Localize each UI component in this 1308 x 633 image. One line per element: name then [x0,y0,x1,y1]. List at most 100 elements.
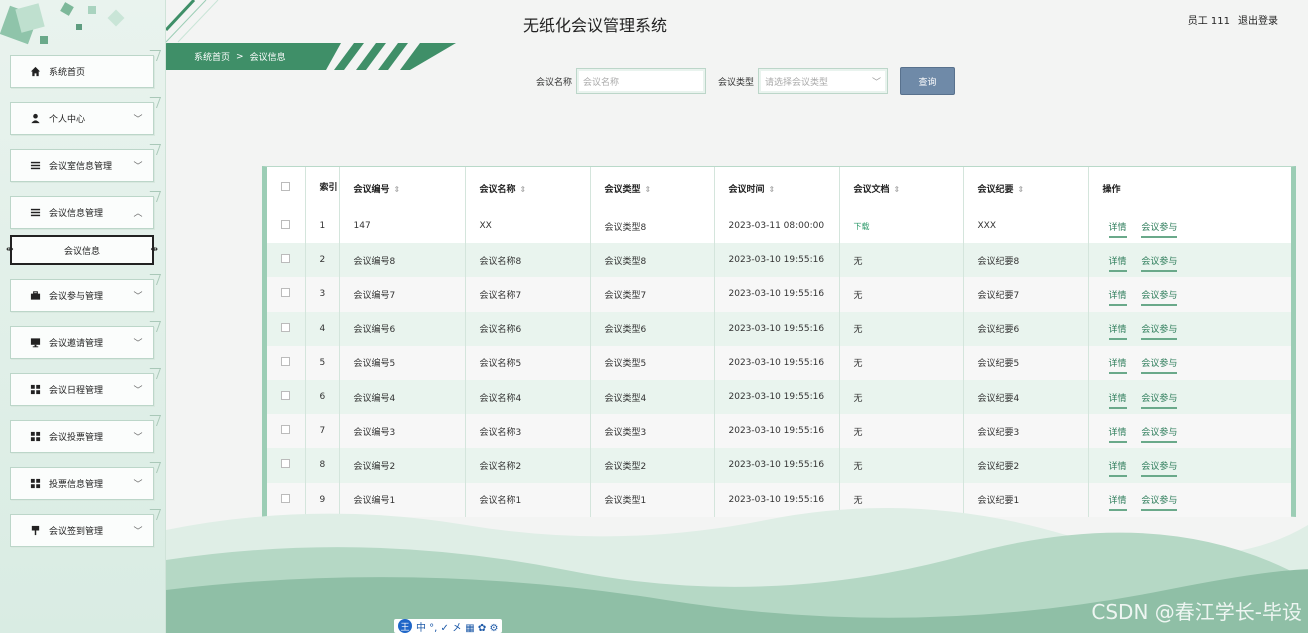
sort-icon[interactable]: ⇕ [520,185,527,194]
doc-value: 无 [853,325,863,336]
row-checkbox[interactable] [281,425,290,435]
detail-link[interactable]: 详情 [1108,427,1127,443]
sidebar-item-label: 会议参与管理 [49,292,104,302]
chevron-up-icon: ︿ [133,209,143,219]
logout-link[interactable]: 退出登录 [1238,12,1278,27]
sort-icon[interactable]: ⇕ [1018,185,1025,194]
column-header-doc[interactable]: 会议文档 ⇕ [839,167,964,209]
sidebar-item-participation[interactable]: 会议参与管理 ﹀ [10,279,154,312]
sidebar-item-checkin[interactable]: 会议签到管理 ﹀ [10,514,154,547]
detail-link[interactable]: 详情 [1108,393,1127,409]
cell-code: 会议编号8 [339,243,466,278]
cell-doc: 无 [839,448,964,483]
cell-doc: 无 [839,414,964,449]
meeting-name-label: 会议名称 [536,77,573,88]
column-header-code[interactable]: 会议编号 ⇕ [339,167,466,209]
row-checkbox-cell [267,311,306,346]
cell-code: 会议编号2 [339,448,466,483]
sidebar-item-label: 会议信息管理 [49,209,104,219]
detail-link[interactable]: 详情 [1108,256,1127,272]
join-link[interactable]: 会议参与 [1141,427,1178,443]
row-checkbox[interactable] [281,356,290,366]
cell-time: 2023-03-10 19:55:16 [714,379,840,415]
meeting-type-label: 会议类型 [718,77,755,88]
cell-time: 2023-03-10 19:55:16 [714,414,840,449]
row-checkbox-cell [267,379,306,415]
meeting-name-input[interactable]: 会议名称 [576,68,707,94]
detail-link[interactable]: 详情 [1108,359,1127,375]
sidebar-item-meeting-info[interactable]: 会议信息管理 ︿ [10,196,154,229]
sidebar-item-home[interactable]: 系统首页 [10,55,154,88]
cell-name: 会议名称5 [465,345,591,380]
select-all-checkbox[interactable] [281,182,290,191]
grid-icon [29,431,41,443]
cell-name: XX [465,209,591,244]
sort-icon[interactable]: ⇕ [769,185,776,194]
detail-link[interactable]: 详情 [1108,461,1127,477]
join-link[interactable]: 会议参与 [1141,256,1178,272]
detail-link[interactable]: 详情 [1108,222,1127,238]
row-checkbox-cell [267,448,306,483]
detail-link[interactable]: 详情 [1108,290,1127,306]
column-header-label: 会议编号 [353,184,390,195]
chevron-down-icon: ﹀ [133,527,143,537]
breadcrumb-home[interactable]: 系统首页 [194,50,230,63]
table-row: 7 会议编号3 会议名称3 会议类型3 2023-03-10 19:55:16 … [267,414,1291,449]
row-checkbox[interactable] [281,220,290,230]
column-header-type[interactable]: 会议类型 ⇕ [590,167,715,209]
sidebar-item-invitation[interactable]: 会议邀请管理 ﹀ [10,326,154,359]
meeting-type-select[interactable]: 请选择会议类型 ﹀ [758,68,889,94]
query-button[interactable]: 查询 [900,67,956,95]
sidebar-item-schedule[interactable]: 会议日程管理 ﹀ [10,373,154,406]
ime-logo-icon: 王 [398,619,412,633]
cell-doc: 无 [839,379,964,415]
ime-tools: 中 °, ✓ 㐅 ▦ ✿ ⚙ [416,622,499,633]
download-link[interactable]: 下载 [854,222,870,231]
row-checkbox-cell [267,243,306,278]
column-header-name[interactable]: 会议名称 ⇕ [465,167,591,209]
join-link[interactable]: 会议参与 [1141,290,1178,306]
detail-link[interactable]: 详情 [1108,325,1127,341]
sidebar-item-room-info[interactable]: 会议室信息管理 ﹀ [10,149,154,182]
meeting-type-placeholder: 请选择会议类型 [765,77,829,88]
cell-index: 2 [305,243,340,278]
join-link[interactable]: 会议参与 [1141,222,1178,238]
sidebar-item-label: 会议签到管理 [49,527,104,537]
sidebar-item-personal-center[interactable]: 个人中心 ﹀ [10,102,154,135]
sidebar: 系统首页 个人中心 ﹀ 会议室信息管理 ﹀ 会议信息管理 ︿ ⇹ 会议信息 ⇹ … [0,0,166,633]
join-link[interactable]: 会议参与 [1141,461,1178,477]
sidebar-item-voting[interactable]: 会议投票管理 ﹀ [10,420,154,453]
cell-code: 147 [339,209,466,244]
sidebar-subitem-meeting-info[interactable]: ⇹ 会议信息 ⇹ [6,235,158,265]
ime-toolbar[interactable]: 王 中 °, ✓ 㐅 ▦ ✿ ⚙ [394,619,503,633]
cell-minutes: 会议纪要5 [963,345,1089,380]
user-label: 员工 111 [1187,16,1230,27]
cell-ops: 详情 会议参与 [1088,448,1291,482]
doc-value: 无 [853,461,863,472]
cell-index: 4 [305,311,340,346]
row-checkbox[interactable] [281,288,290,298]
row-checkbox[interactable] [281,459,290,469]
sort-icon[interactable]: ⇕ [894,185,901,194]
row-checkbox[interactable] [281,254,290,264]
doc-value: 无 [853,393,863,404]
join-link[interactable]: 会议参与 [1141,393,1178,409]
doc-value: 无 [853,256,863,267]
table-header-row: 索引 会议编号 ⇕ 会议名称 ⇕ 会议类型 ⇕ 会议时间 ⇕ 会议文档 ⇕ 会议纪要 ⇕ 操… [267,167,1291,209]
cell-type: 会议类型4 [590,379,715,415]
column-header-minutes[interactable]: 会议纪要 ⇕ [963,167,1089,209]
row-checkbox[interactable] [281,391,290,401]
join-link[interactable]: 会议参与 [1141,325,1178,341]
row-checkbox[interactable] [281,322,290,332]
cell-name: 会议名称7 [465,277,591,312]
cell-doc: 下载 [839,209,964,244]
sidebar-item-vote-info[interactable]: 投票信息管理 ﹀ [10,467,154,500]
user-icon [29,113,41,125]
sidebar-subitem-label: 会议信息 [63,246,100,257]
join-link[interactable]: 会议参与 [1141,359,1178,375]
column-header-time[interactable]: 会议时间 ⇕ [714,167,840,209]
sort-icon[interactable]: ⇕ [394,185,401,194]
column-header-index: 索引 [305,167,340,209]
sort-icon[interactable]: ⇕ [645,185,652,194]
row-checkbox-cell [267,414,306,449]
